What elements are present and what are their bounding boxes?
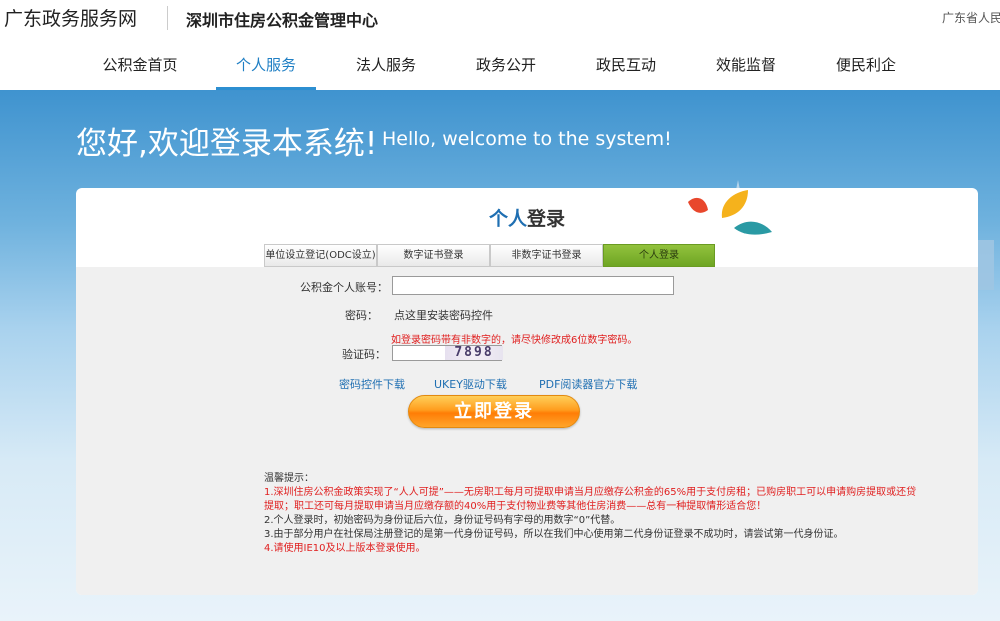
nav-item-home[interactable]: 公积金首页 (90, 40, 190, 90)
password-control-download-link[interactable]: 密码控件下载 (339, 376, 405, 392)
password-control-install-link[interactable]: 点这里安装密码控件 (394, 307, 493, 323)
captcha-label: 验证码： (342, 348, 386, 361)
captcha-field[interactable]: 7898 (392, 345, 503, 361)
pdf-reader-download-link[interactable]: PDF阅读器官方下载 (539, 376, 637, 392)
captcha-image[interactable]: 7898 (445, 346, 503, 360)
main-nav: 公积金首页 个人服务 法人服务 政务公开 政民互动 效能监督 便民利企 (0, 40, 1000, 90)
tip-line-3: 3.由于部分用户在社保局注册登记的是第一代身份证号码，所以在我们中心使用第二代身… (264, 529, 844, 540)
province-gov-link[interactable]: 广东省人民 (942, 9, 1000, 26)
login-panel: 个人登录 单位设立登记(ODC设立) 数字证书登录 非数字证书登录 个人登录 公… (76, 188, 978, 595)
nav-item-supervision[interactable]: 效能监督 (696, 40, 796, 90)
nav-item-gov-affairs[interactable]: 政务公开 (456, 40, 556, 90)
top-bar: 广东政务服务网 深圳市住房公积金管理中心 广东省人民 (0, 0, 1000, 38)
account-input[interactable] (392, 276, 674, 295)
welcome-heading-cn: 您好,欢迎登录本系统! (76, 126, 378, 162)
tab-non-digital-cert-login[interactable]: 非数字证书登录 (490, 244, 603, 267)
tip-line-1: 1.深圳住房公积金政策实现了“人人可提”——无房职工每月可提取申请当月应缴存公积… (264, 487, 917, 512)
account-label: 公积金个人账号： (300, 281, 388, 294)
password-warning: 如登录密码带有非数字的，请尽快修改成6位数字密码。 (391, 335, 638, 346)
welcome-heading-en: Hello, welcome to the system! (382, 128, 672, 150)
nav-item-convenience[interactable]: 便民利企 (816, 40, 916, 90)
panel-title-login: 登录 (527, 208, 566, 230)
header-divider (167, 6, 168, 30)
tip-line-2: 2.个人登录时，初始密码为身份证后六位，身份证号码有字母的用数字“0”代替。 (264, 515, 621, 526)
login-form: 公积金个人账号： 密码： 点这里安装密码控件 如登录密码带有非数字的，请尽快修改… (76, 267, 978, 595)
nav-item-corporate[interactable]: 法人服务 (336, 40, 436, 90)
tips-heading: 温馨提示： (264, 473, 314, 484)
tab-unit-registration[interactable]: 单位设立登记(ODC设立) (264, 244, 377, 267)
password-label: 密码： (345, 309, 378, 322)
portal-name[interactable]: 广东政务服务网 (4, 4, 137, 31)
panel-title: 个人登录 (76, 204, 978, 231)
tab-personal-login[interactable]: 个人登录 (603, 244, 715, 267)
ukey-driver-download-link[interactable]: UKEY驱动下载 (434, 376, 507, 392)
tab-digital-cert-login[interactable]: 数字证书登录 (377, 244, 490, 267)
leaf-logo-icon (688, 190, 772, 235)
nav-item-interaction[interactable]: 政民互动 (576, 40, 676, 90)
tips-section: 温馨提示： 1.深圳住房公积金政策实现了“人人可提”——无房职工每月可提取申请当… (264, 472, 924, 556)
panel-title-personal: 个人 (488, 208, 527, 230)
nav-item-personal[interactable]: 个人服务 (216, 40, 316, 90)
center-name[interactable]: 深圳市住房公积金管理中心 (186, 7, 378, 31)
login-button[interactable]: 立即登录 (408, 395, 580, 428)
tip-line-4: 4.请使用IE10及以上版本登录使用。 (264, 543, 426, 554)
